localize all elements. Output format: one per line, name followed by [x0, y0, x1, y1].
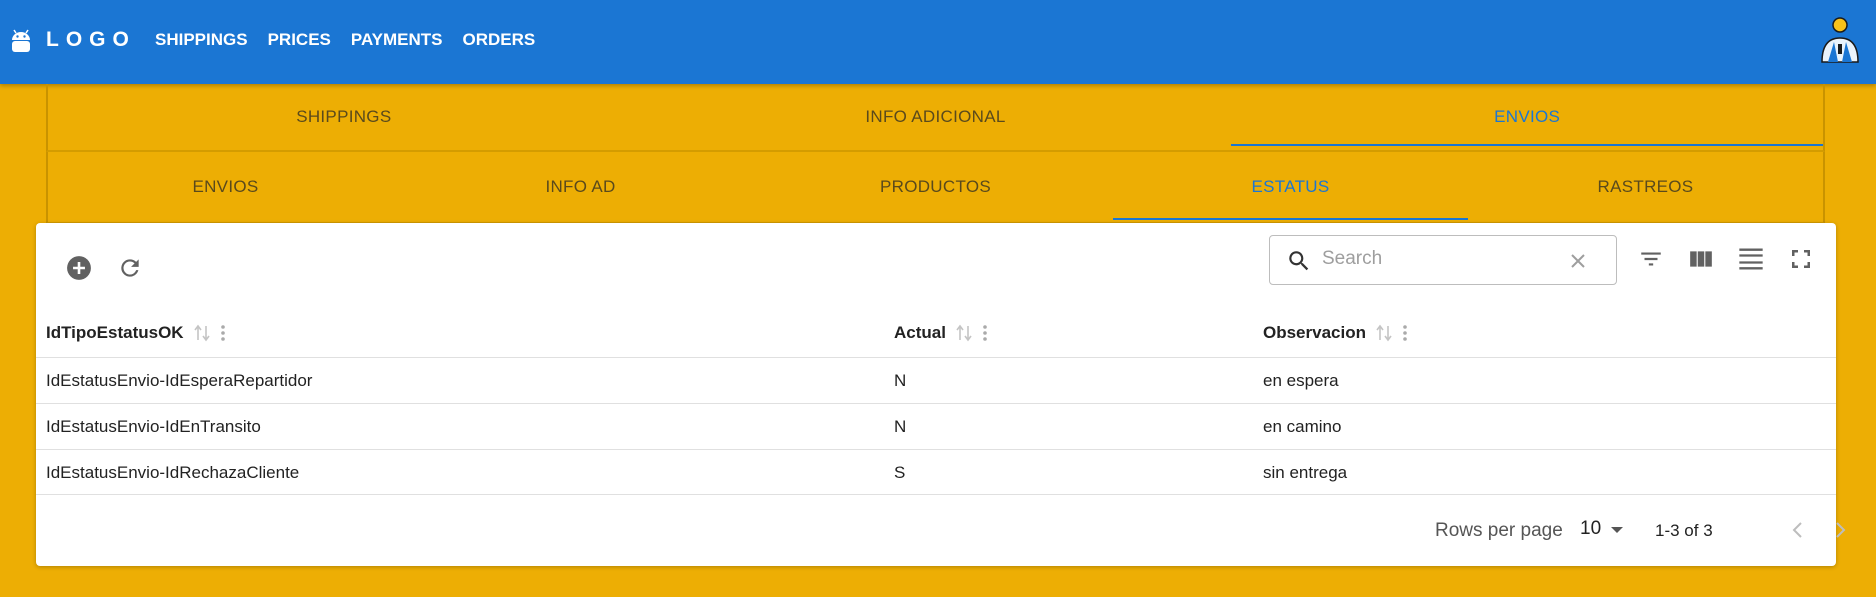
- column-menu-icon[interactable]: [219, 323, 227, 343]
- nav-shippings[interactable]: SHIPPINGS: [155, 30, 248, 50]
- density-icon: [1739, 248, 1763, 270]
- columns-icon: [1690, 251, 1712, 267]
- secondary-tabs: ENVIOS INFO AD PRODUCTOS ESTATUS RASTREO…: [46, 152, 1825, 224]
- subtab-estatus[interactable]: ESTATUS: [1113, 152, 1468, 222]
- cell-idtipoestatusok: IdEstatusEnvio-IdEsperaRepartidor: [46, 371, 313, 390]
- refresh-button[interactable]: [116, 254, 144, 282]
- chevron-down-icon[interactable]: [1610, 525, 1624, 535]
- pagination-range: 1-3 of 3: [1655, 521, 1713, 540]
- cell-actual: N: [894, 417, 907, 436]
- columns-button[interactable]: [1687, 245, 1715, 273]
- density-button[interactable]: [1737, 245, 1765, 273]
- previous-page-icon[interactable]: [1786, 518, 1810, 542]
- filter-icon: [1641, 252, 1661, 266]
- column-header-label: Observacion: [1263, 323, 1366, 342]
- table-row[interactable]: IdEstatusEnvio-IdEsperaRepartidor N en e…: [36, 357, 1836, 403]
- tab-envios[interactable]: ENVIOS: [1231, 84, 1823, 150]
- column-menu-icon[interactable]: [1401, 323, 1409, 343]
- nav-prices[interactable]: PRICES: [268, 30, 331, 50]
- search-box: [1269, 235, 1617, 285]
- add-circle-icon: [67, 256, 91, 280]
- add-button[interactable]: [65, 254, 93, 282]
- cell-observacion: en camino: [1263, 417, 1342, 436]
- search-icon: [1289, 251, 1309, 271]
- subtab-envios[interactable]: ENVIOS: [48, 152, 403, 222]
- fullscreen-icon: [1792, 250, 1810, 268]
- cell-observacion: sin entrega: [1263, 463, 1348, 482]
- filter-button[interactable]: [1637, 245, 1665, 273]
- user-avatar-icon[interactable]: [1818, 14, 1862, 66]
- pagination-footer: Rows per page 10 1-3 of 3: [36, 494, 1846, 566]
- next-page-icon[interactable]: [1828, 518, 1852, 542]
- app-bar: LOGO SHIPPINGS PRICES PAYMENTS ORDERS: [0, 0, 1876, 84]
- subtab-info-ad[interactable]: INFO AD: [403, 152, 758, 222]
- column-header-observacion[interactable]: Observacion: [1263, 323, 1409, 343]
- cell-observacion: en espera: [1263, 371, 1339, 390]
- main-nav: SHIPPINGS PRICES PAYMENTS ORDERS: [155, 30, 535, 50]
- table-card: IdTipoEstatusOK Actual Observacion IdEst…: [36, 223, 1846, 566]
- sort-icon[interactable]: [193, 323, 211, 343]
- nav-payments[interactable]: PAYMENTS: [351, 30, 443, 50]
- clear-search-icon[interactable]: [1566, 249, 1590, 273]
- rows-per-page-select[interactable]: 10: [1580, 518, 1601, 540]
- subtab-rastreos[interactable]: RASTREOS: [1468, 152, 1823, 222]
- column-header-actual[interactable]: Actual: [894, 323, 989, 343]
- table-row[interactable]: IdEstatusEnvio-IdRechazaCliente S sin en…: [36, 449, 1836, 495]
- android-icon: [12, 29, 30, 52]
- subtab-productos[interactable]: PRODUCTOS: [758, 152, 1113, 222]
- refresh-icon: [121, 259, 139, 277]
- primary-tabs: SHIPPINGS INFO ADICIONAL ENVIOS: [46, 84, 1825, 152]
- tab-shippings[interactable]: SHIPPINGS: [48, 84, 640, 150]
- logo-text[interactable]: LOGO: [46, 28, 136, 52]
- search-input[interactable]: [1322, 248, 1562, 270]
- cell-idtipoestatusok: IdEstatusEnvio-IdRechazaCliente: [46, 463, 300, 482]
- column-header-label: Actual: [894, 323, 946, 342]
- rows-per-page-label: Rows per page: [1435, 520, 1563, 541]
- column-header-idtipoestatusok[interactable]: IdTipoEstatusOK: [46, 323, 227, 343]
- sort-icon[interactable]: [955, 323, 973, 343]
- fullscreen-button[interactable]: [1787, 245, 1815, 273]
- nav-orders[interactable]: ORDERS: [463, 30, 536, 50]
- cell-actual: N: [894, 371, 907, 390]
- table-row[interactable]: IdEstatusEnvio-IdEnTransito N en camino: [36, 403, 1836, 449]
- cell-actual: S: [894, 463, 906, 482]
- column-header-label: IdTipoEstatusOK: [46, 323, 184, 342]
- sort-icon[interactable]: [1375, 323, 1393, 343]
- cell-idtipoestatusok: IdEstatusEnvio-IdEnTransito: [46, 417, 261, 436]
- tab-info-adicional[interactable]: INFO ADICIONAL: [640, 84, 1232, 150]
- column-menu-icon[interactable]: [981, 323, 989, 343]
